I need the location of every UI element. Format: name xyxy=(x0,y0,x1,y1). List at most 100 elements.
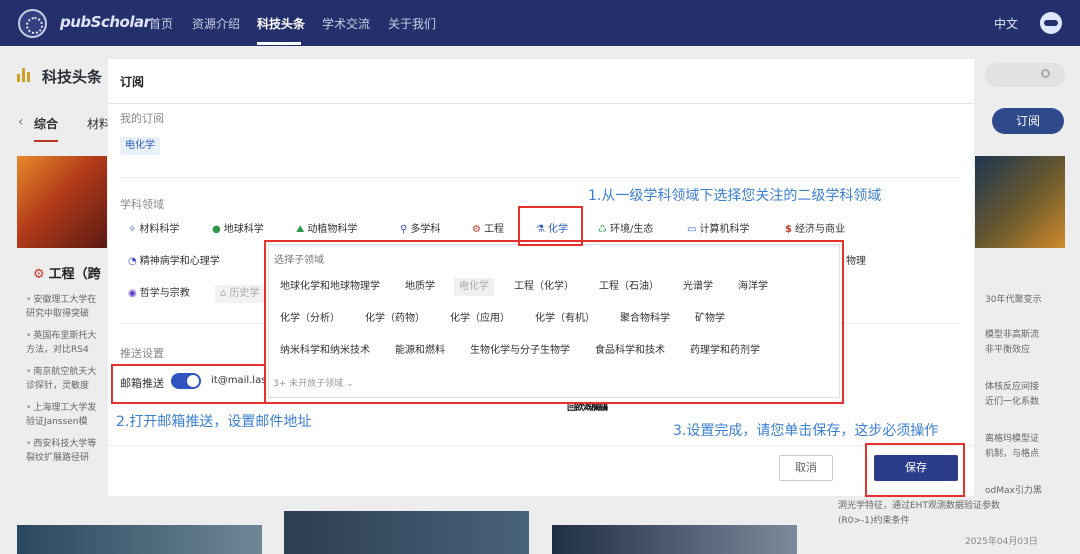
subfield-option[interactable]: 聚合物科学 xyxy=(615,310,675,328)
news-line[interactable]: 30年代聚变示 xyxy=(985,292,1080,305)
news-card-image[interactable] xyxy=(975,156,1065,248)
nav-item-resources[interactable]: 资源介绍 xyxy=(192,15,240,32)
subfield-option[interactable]: 食品科学和技术 xyxy=(590,342,670,360)
watermark-text: 回欲溉欄鷂 xyxy=(567,403,608,413)
subscribe-button[interactable]: 订阅 xyxy=(992,108,1064,134)
field-psychiatry[interactable]: ◔ 精神病学和心理学 xyxy=(123,253,225,271)
field-philosophy[interactable]: ◉ 哲学与宗教 xyxy=(123,285,195,303)
logo-text[interactable]: pubScholar xyxy=(60,13,151,31)
nav-item-headlines[interactable]: 科技头条 xyxy=(257,15,305,32)
language-switch[interactable]: 中文 xyxy=(994,15,1018,32)
news-card-image[interactable] xyxy=(284,511,529,554)
field-history[interactable]: ⌂ 历史学 xyxy=(215,285,265,303)
chevron-down-icon: ⌄ xyxy=(346,379,354,389)
search-icon[interactable] xyxy=(1041,69,1050,78)
subfield-option[interactable]: 矿物学 xyxy=(690,310,730,328)
subfield-option[interactable]: 光谱学 xyxy=(678,278,718,296)
push-settings-label: 推送设置 xyxy=(120,347,164,360)
field-physics[interactable]: 物理 xyxy=(841,253,871,271)
subfield-option[interactable]: 海洋学 xyxy=(733,278,773,296)
news-line[interactable]: 离格玛模型证 xyxy=(985,431,1080,444)
field-economics[interactable]: $ 经济与商业 xyxy=(780,221,850,239)
news-line[interactable]: • 上海理工大学发 xyxy=(26,400,106,413)
field-multidisciplinary[interactable]: ⚲ 多学科 xyxy=(395,221,445,239)
subscription-tag-electrochemistry[interactable]: 电化学 xyxy=(120,137,160,155)
nav-item-home[interactable]: 首页 xyxy=(149,15,173,32)
email-push-toggle[interactable] xyxy=(171,373,201,389)
news-line[interactable]: 研究中取得突破 xyxy=(26,306,106,319)
subfield-option[interactable]: 工程（化学） xyxy=(509,278,579,296)
news-card-image[interactable] xyxy=(17,156,107,248)
subfield-option[interactable]: 化学（有机） xyxy=(530,310,600,328)
field-materials[interactable]: ✧ 材料科学 xyxy=(123,221,184,239)
news-line[interactable]: 机制，与格点 xyxy=(985,446,1080,459)
recycle-icon: ♺ xyxy=(598,224,607,235)
field-chemistry[interactable]: ⚗ 化学 xyxy=(531,221,573,239)
subfield-option-selected[interactable]: 电化学 xyxy=(454,278,494,296)
news-line[interactable]: 模型非高斯流 xyxy=(985,327,1080,340)
field-earth[interactable]: ● 地球科学 xyxy=(207,221,269,239)
toggle-knob xyxy=(187,375,199,387)
philosophy-icon: ◉ xyxy=(128,288,137,299)
bar-chart-icon xyxy=(17,68,31,82)
subfield-option[interactable]: 化学（分析） xyxy=(275,310,345,328)
tab-general[interactable]: 综合 xyxy=(34,115,58,132)
search-box[interactable] xyxy=(985,63,1065,87)
news-line[interactable]: (R0>-1)约束条件 xyxy=(838,513,1078,526)
dollar-icon: $ xyxy=(785,224,792,235)
news-line[interactable]: 近们一化系数 xyxy=(985,394,1080,407)
annotation-step1: 1.从一级学科领域下选择您关注的二级学科领域 xyxy=(588,188,882,204)
news-line[interactable]: 洞光学特征，通过EHT观测数据验证参数 xyxy=(838,498,1078,511)
news-line[interactable]: 验证Janssen模 xyxy=(26,414,106,427)
news-line[interactable]: odMax引力黑 xyxy=(985,483,1080,496)
save-button[interactable]: 保存 xyxy=(874,455,958,481)
subfield-option[interactable]: 地质学 xyxy=(400,278,440,296)
tab-prev-arrow-icon[interactable]: ‹ xyxy=(18,114,24,130)
logo-emblem-icon[interactable] xyxy=(18,9,47,38)
news-line[interactable]: • 安徽理工大学在 xyxy=(26,292,106,305)
field-life-sciences[interactable]: ⛰ 动植物科学 xyxy=(291,221,362,239)
modal-title: 订阅 xyxy=(120,75,145,89)
cancel-button[interactable]: 取消 xyxy=(779,455,833,481)
globe-icon: ● xyxy=(212,224,221,235)
news-line[interactable]: • 南京航空航天大 xyxy=(26,364,106,377)
email-field[interactable]: it@mail.las xyxy=(211,375,266,386)
news-line[interactable]: • 西安科技大学等 xyxy=(26,436,106,449)
computer-icon: ▭ xyxy=(687,224,697,235)
nav-item-about[interactable]: 关于我们 xyxy=(388,15,436,32)
subfield-option[interactable]: 药理学和药剂学 xyxy=(685,342,765,360)
subfield-popover: 选择子领域 地球化学和地球物理学 地质学 电化学 工程（化学） 工程（石油） 光… xyxy=(268,244,840,398)
subfield-option[interactable]: 地球化学和地球物理学 xyxy=(275,278,385,296)
news-card-image[interactable] xyxy=(552,525,797,554)
nav-item-academic[interactable]: 学术交流 xyxy=(322,15,370,32)
field-environment[interactable]: ♺ 环境/生态 xyxy=(593,221,658,239)
top-navbar: pubScholar 首页 资源介绍 科技头条 学术交流 关于我们 中文 xyxy=(0,0,1080,46)
news-date: 2025年04月03日 xyxy=(965,537,1038,547)
atom-icon: ✧ xyxy=(128,224,137,235)
subfield-option[interactable]: 化学（药物） xyxy=(360,310,430,328)
my-subscriptions-label: 我的订阅 xyxy=(120,112,164,125)
user-avatar-icon[interactable] xyxy=(1040,12,1062,34)
annotation-step3: 3.设置完成，请您单击保存，这步必须操作 xyxy=(673,423,939,439)
news-line[interactable]: 方法，对比RS4 xyxy=(26,342,106,355)
museum-icon: ⌂ xyxy=(220,288,227,299)
subfield-option[interactable]: 生物化学与分子生物学 xyxy=(465,342,575,360)
news-line[interactable]: 裂纹扩展路径研 xyxy=(26,450,106,463)
news-line[interactable]: 体核反应间接 xyxy=(985,379,1080,392)
news-line[interactable]: 诊探针，灵敏度 xyxy=(26,378,106,391)
news-line[interactable]: • 英国布里斯托大 xyxy=(26,328,106,341)
subfield-option[interactable]: 能源和燃料 xyxy=(390,342,450,360)
subfield-option[interactable]: 工程（石油） xyxy=(594,278,664,296)
news-card-image[interactable] xyxy=(17,525,262,554)
news-line[interactable]: 非平衡效应 xyxy=(985,342,1080,355)
subfield-option[interactable]: 纳米科学和纳米技术 xyxy=(275,342,375,360)
more-subfields-toggle[interactable]: 3+ 未开放子领域 ⌄ xyxy=(273,376,354,389)
nav-active-indicator xyxy=(257,42,301,45)
fields-label: 学科领域 xyxy=(120,198,164,211)
subfield-option[interactable]: 化学（应用） xyxy=(445,310,515,328)
field-engineering[interactable]: ⚙ 工程 xyxy=(467,221,509,239)
magnifier-icon: ⚲ xyxy=(400,224,408,235)
field-computer-science[interactable]: ▭ 计算机科学 xyxy=(682,221,754,239)
engineering-icon: ⚙ xyxy=(472,224,481,235)
plant-icon: ⛰ xyxy=(296,224,305,235)
